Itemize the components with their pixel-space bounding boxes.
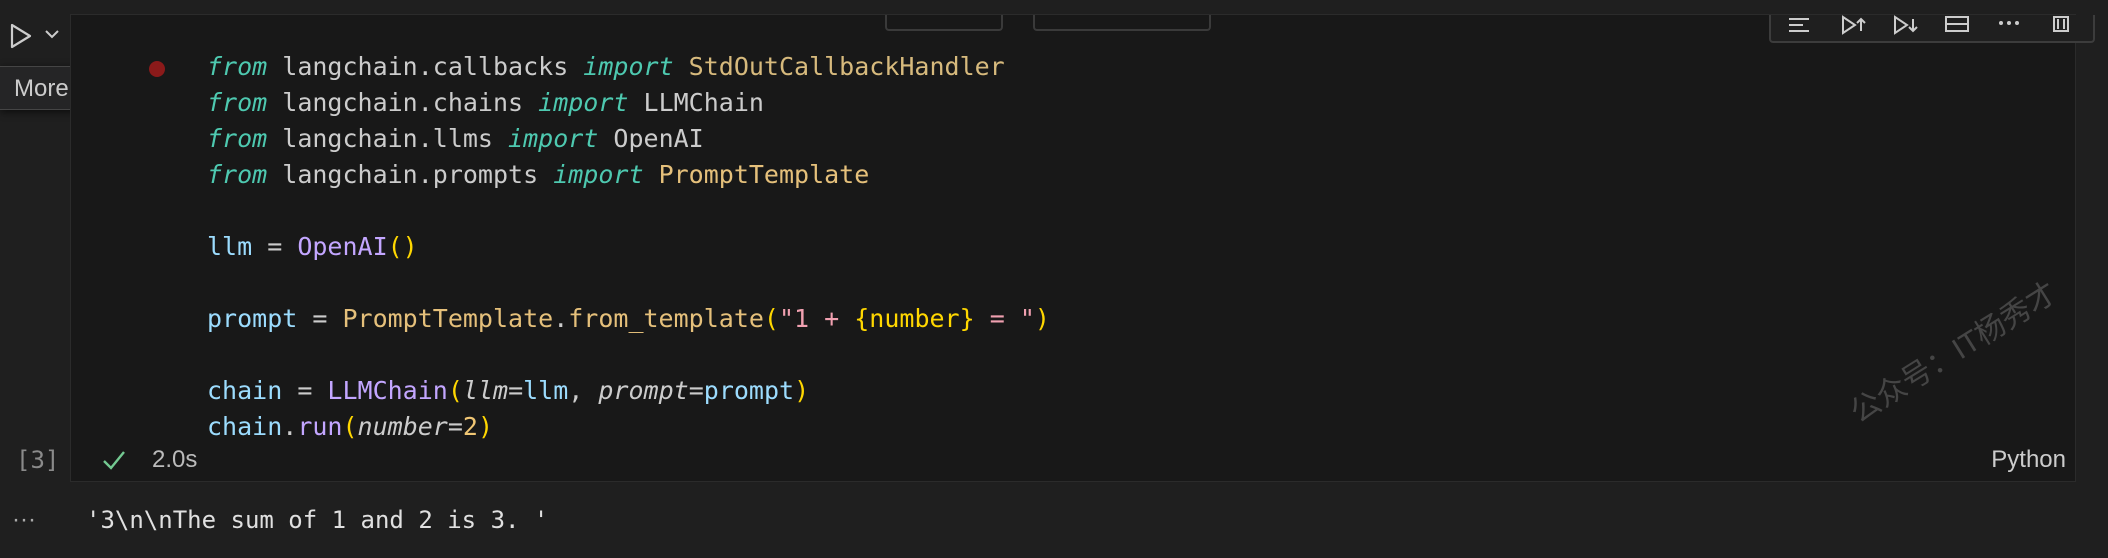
code-line: chain.run(number=2) xyxy=(207,412,494,441)
execution-count: [3] xyxy=(16,446,60,474)
code-line: from langchain.prompts import PromptTemp… xyxy=(207,160,870,189)
code-line: chain = LLMChain(llm=llm, prompt=prompt) xyxy=(207,376,810,405)
cell-status-bar: [3] 2.0s Python xyxy=(0,438,2108,482)
cell-toolbar-tab-2[interactable] xyxy=(1033,15,1211,31)
more-actions-icon[interactable] xyxy=(1993,15,2025,35)
delete-icon[interactable] xyxy=(2045,15,2077,35)
code-cell[interactable]: from langchain.callbacks import StdOutCa… xyxy=(70,14,2095,482)
kernel-language-button[interactable]: Python xyxy=(1991,438,2066,482)
output-text: '3\n\nThe sum of 1 and 2 is 3. ' xyxy=(86,506,549,534)
check-icon xyxy=(103,451,125,470)
execution-duration: 2.0s xyxy=(152,446,198,473)
cell-output: ··· '3\n\nThe sum of 1 and 2 is 3. ' xyxy=(0,498,2108,542)
run-cell-and-below-icon[interactable] xyxy=(1889,15,1921,35)
cell-toolbar-tab-1[interactable] xyxy=(885,15,1003,31)
code-line: prompt = PromptTemplate.from_template("1… xyxy=(207,304,1050,333)
breakpoint-dot[interactable] xyxy=(149,61,165,77)
code-editor[interactable]: from langchain.callbacks import StdOutCa… xyxy=(207,49,1050,445)
run-cell-and-above-icon[interactable] xyxy=(1837,15,1869,35)
output-more-button[interactable]: ··· xyxy=(12,498,36,542)
code-line: from langchain.llms import OpenAI xyxy=(207,124,704,153)
play-icon[interactable] xyxy=(8,22,34,50)
code-line: from langchain.chains import LLMChain xyxy=(207,88,764,117)
code-line: from langchain.callbacks import StdOutCa… xyxy=(207,52,1005,81)
split-cell-icon[interactable] xyxy=(1941,15,1973,35)
run-above-icon[interactable] xyxy=(1785,15,1817,35)
chevron-down-icon[interactable] xyxy=(42,24,62,44)
cell-action-toolbar xyxy=(1769,15,2095,43)
code-line: llm = OpenAI() xyxy=(207,232,418,261)
